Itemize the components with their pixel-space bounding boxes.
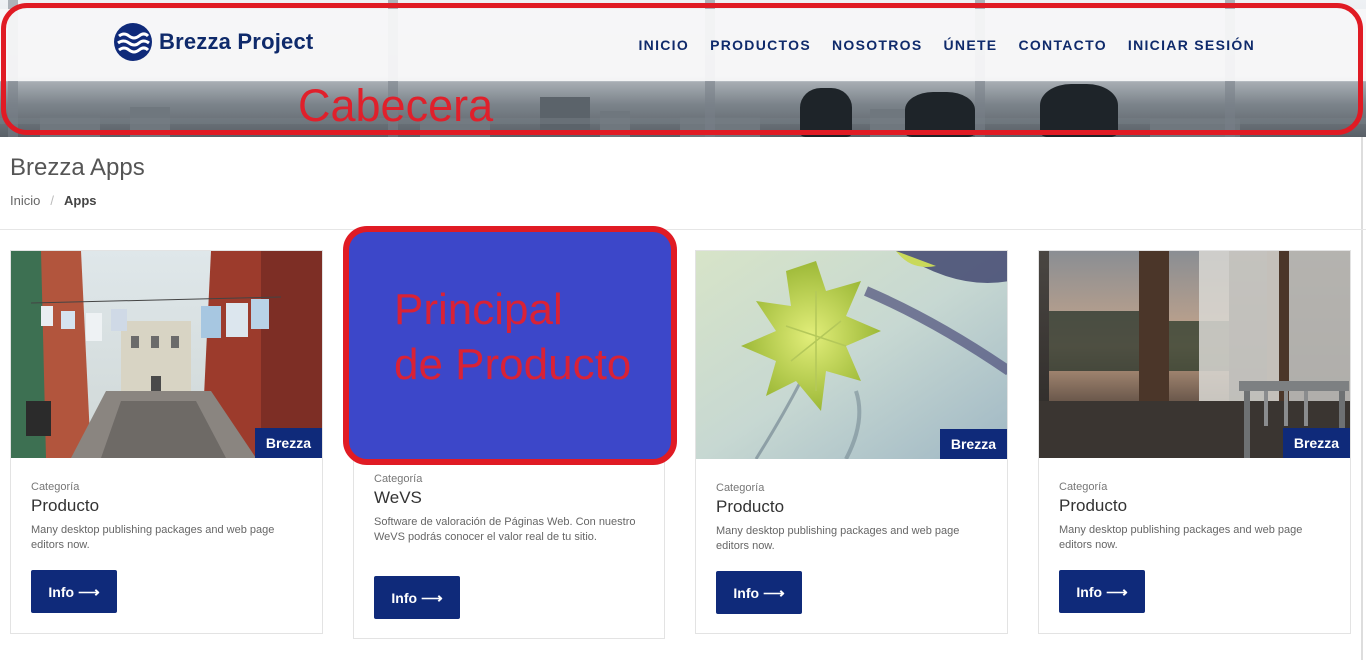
info-button[interactable]: Info ⟶ <box>374 576 460 619</box>
card-body: Categoría WeVS Software de valoración de… <box>374 473 644 545</box>
info-button[interactable]: Info ⟶ <box>1059 570 1145 613</box>
product-main-annotation: Principal de Producto <box>343 226 677 465</box>
card-body: Categoría Producto Many desktop publishi… <box>716 482 987 554</box>
card-title: WeVS <box>374 488 422 507</box>
arrow-right-icon: ⟶ <box>1106 583 1128 601</box>
venice-street-photo: Brezza <box>11 251 322 458</box>
breadcrumb-current: Apps <box>63 193 97 208</box>
card-description: Software de valoración de Páginas Web. C… <box>374 516 636 543</box>
section-divider <box>0 229 1366 230</box>
arrow-right-icon: ⟶ <box>78 583 100 601</box>
card-body: Categoría Producto Many desktop publishi… <box>1059 481 1330 553</box>
arrow-right-icon: ⟶ <box>763 584 785 602</box>
page-title: Brezza Apps <box>10 154 145 181</box>
card-title: Producto <box>1059 496 1128 515</box>
window-chair-photo: Brezza <box>1039 251 1350 458</box>
info-button[interactable]: Info ⟶ <box>716 571 802 614</box>
leaf-photo: Brezza <box>696 251 1007 459</box>
annotation-line-2: de Producto <box>394 340 632 389</box>
card-title: Producto <box>31 496 100 515</box>
brand-badge: Brezza <box>939 429 1007 459</box>
card-category: Categoría <box>31 481 80 493</box>
right-edge-line <box>1361 137 1363 660</box>
product-card: Brezza Categoría Producto Many desktop p… <box>1038 250 1351 634</box>
card-description: Many desktop publishing packages and web… <box>1059 524 1303 551</box>
info-button-label: Info <box>733 584 760 601</box>
product-main-annotation-label: Principal de Producto <box>394 282 684 392</box>
card-category: Categoría <box>716 482 765 494</box>
header-annotation-label: Cabecera <box>298 80 494 131</box>
card-description: Many desktop publishing packages and web… <box>716 525 960 552</box>
brand-badge: Brezza <box>254 428 322 458</box>
info-button[interactable]: Info ⟶ <box>31 570 117 613</box>
product-card: Brezza Categoría Producto Many desktop p… <box>10 250 323 634</box>
breadcrumb-separator: / <box>50 193 54 208</box>
annotation-line-1: Principal <box>394 285 563 334</box>
product-card: Brezza Categoría Producto Many desktop p… <box>695 250 1008 634</box>
breadcrumb-home-link[interactable]: Inicio <box>10 193 40 208</box>
card-description: Many desktop publishing packages and web… <box>31 524 275 551</box>
card-category: Categoría <box>1059 481 1108 493</box>
card-category: Categoría <box>374 473 423 485</box>
info-button-label: Info <box>391 589 418 606</box>
breadcrumb: Inicio / Apps <box>10 193 96 208</box>
card-body: Categoría Producto Many desktop publishi… <box>31 481 302 553</box>
info-button-label: Info <box>48 583 75 600</box>
card-title: Producto <box>716 497 785 516</box>
header-annotation-outline <box>1 3 1363 135</box>
info-button-label: Info <box>1076 583 1103 600</box>
arrow-right-icon: ⟶ <box>421 589 443 607</box>
brand-badge: Brezza <box>1282 428 1350 458</box>
